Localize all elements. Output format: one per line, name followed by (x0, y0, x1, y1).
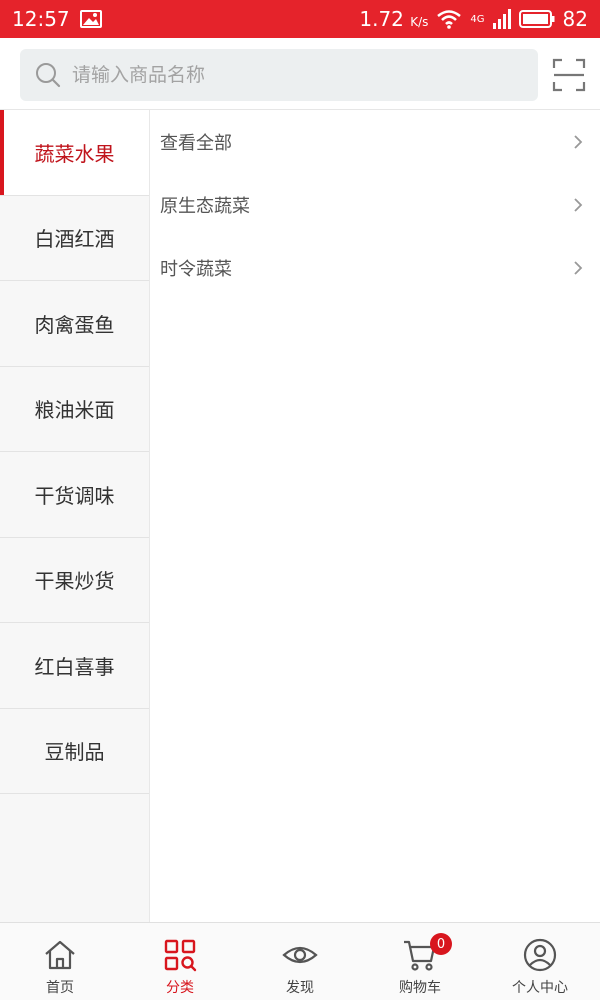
user-icon (523, 938, 557, 972)
chevron-right-icon (574, 197, 583, 212)
signal-icon (492, 9, 511, 29)
tab-cart[interactable]: 0 购物车 (360, 923, 480, 1000)
sidebar-item-nuts-snacks[interactable]: 干果炒货 (0, 538, 149, 623)
bottom-tab-bar: 首页 分类 发现 0 购物车 个人中心 (0, 922, 600, 1000)
search-header (0, 38, 600, 110)
sidebar-item-dried-seasoning[interactable]: 干货调味 (0, 452, 149, 538)
sidebar-item-meat-eggs-fish[interactable]: 肉禽蛋鱼 (0, 281, 149, 367)
subcategory-view-all[interactable]: 查看全部 (150, 110, 600, 173)
scan-button[interactable] (552, 58, 586, 92)
search-input[interactable] (72, 64, 512, 86)
battery-icon (518, 10, 555, 28)
tab-profile[interactable]: 个人中心 (480, 923, 600, 1000)
search-icon (36, 63, 61, 88)
battery-level: 82 (562, 7, 588, 31)
sidebar-item-vegetables-fruits[interactable]: 蔬菜水果 (0, 110, 149, 196)
category-sidebar: 蔬菜水果 白酒红酒 肉禽蛋鱼 粮油米面 干货调味 干果炒货 红白喜事 豆制品 (0, 110, 150, 922)
eye-icon (282, 946, 318, 964)
image-notification-icon (79, 10, 102, 28)
scan-icon (552, 58, 586, 92)
sidebar-item-liquor-wine[interactable]: 白酒红酒 (0, 196, 149, 281)
cart-badge: 0 (430, 933, 452, 955)
wifi-icon (437, 10, 462, 29)
network-speed: 1.72 K/s (359, 7, 429, 31)
status-indicators: 1.72 K/s 4G 82 (359, 7, 588, 31)
sidebar-item-ceremony[interactable]: 红白喜事 (0, 623, 149, 709)
tab-category[interactable]: 分类 (120, 923, 240, 1000)
category-icon (164, 939, 197, 972)
tab-discover[interactable]: 发现 (240, 923, 360, 1000)
status-time: 12:57 (12, 7, 70, 31)
subcategory-seasonal-vegetables[interactable]: 时令蔬菜 (150, 236, 600, 299)
search-box[interactable] (20, 49, 538, 101)
chevron-right-icon (574, 260, 583, 275)
sidebar-item-soy-products[interactable]: 豆制品 (0, 709, 149, 794)
status-bar: 12:57 1.72 K/s 4G 82 (0, 0, 600, 38)
chevron-right-icon (574, 134, 583, 149)
home-icon (45, 940, 75, 970)
tab-home[interactable]: 首页 (0, 923, 120, 1000)
subcategory-organic-vegetables[interactable]: 原生态蔬菜 (150, 173, 600, 236)
subcategory-list: 查看全部 原生态蔬菜 时令蔬菜 (150, 110, 600, 922)
sidebar-item-grain-oil[interactable]: 粮油米面 (0, 367, 149, 452)
network-type: 4G (470, 13, 485, 25)
